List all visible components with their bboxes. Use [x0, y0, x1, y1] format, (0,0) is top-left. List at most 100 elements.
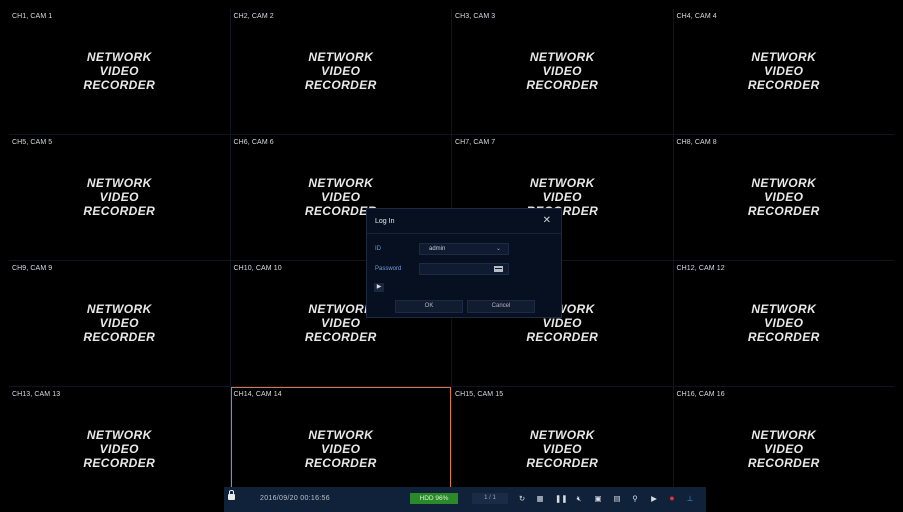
cancel-button[interactable]: Cancel: [467, 300, 535, 313]
pin-icon[interactable]: ⊥: [685, 493, 695, 504]
camera-label: CH5, CAM 5: [12, 139, 53, 146]
camera-label: CH6, CAM 6: [233, 139, 274, 146]
hdd-status[interactable]: HDD 96%: [410, 493, 458, 504]
camera-label: CH4, CAM 4: [676, 13, 717, 20]
placeholder-line: VIDEO: [321, 190, 361, 204]
placeholder-line: RECORDER: [304, 330, 377, 344]
nvr-placeholder: NETWORK VIDEO RECORDER: [674, 302, 895, 344]
placeholder-line: NETWORK: [86, 176, 152, 190]
save-icon[interactable]: ▤: [612, 493, 622, 504]
expand-arrow-button[interactable]: ▶: [374, 283, 384, 292]
id-label: ID: [375, 246, 381, 252]
placeholder-line: RECORDER: [304, 78, 377, 92]
id-select[interactable]: admin ⌄: [419, 243, 509, 255]
taskbar: 2016/09/20 00:16:56 HDD 96% 1 / 1 ↻ ▦ ❚❚…: [224, 487, 706, 512]
camera-tile[interactable]: CH12, CAM 12 NETWORK VIDEO RECORDER: [673, 261, 895, 386]
camera-label: CH14, CAM 14: [233, 391, 282, 398]
dialog-title: Log In: [375, 218, 395, 225]
password-label: Password: [375, 266, 402, 272]
chevron-down-icon: ⌄: [495, 246, 501, 252]
audio-mute-icon[interactable]: 🔇︎: [574, 493, 584, 504]
placeholder-line: NETWORK: [86, 428, 152, 442]
placeholder-line: NETWORK: [751, 176, 817, 190]
placeholder-line: RECORDER: [747, 204, 820, 218]
placeholder-line: VIDEO: [542, 442, 582, 456]
placeholder-line: NETWORK: [308, 50, 374, 64]
zoom-icon[interactable]: ⚲: [630, 493, 640, 504]
playback-icon[interactable]: ▶: [649, 493, 659, 504]
camera-tile[interactable]: CH5, CAM 5 NETWORK VIDEO RECORDER: [9, 135, 230, 260]
placeholder-line: VIDEO: [99, 316, 139, 330]
nvr-placeholder: NETWORK VIDEO RECORDER: [9, 302, 230, 344]
camera-tile[interactable]: CH13, CAM 13 NETWORK VIDEO RECORDER: [9, 387, 230, 512]
nvr-placeholder: NETWORK VIDEO RECORDER: [231, 50, 452, 92]
sequence-icon[interactable]: ↻: [517, 493, 527, 504]
bookmark-icon[interactable]: ▣: [593, 493, 603, 504]
camera-label: CH12, CAM 12: [676, 265, 725, 272]
camera-tile[interactable]: CH2, CAM 2 NETWORK VIDEO RECORDER: [230, 9, 452, 134]
placeholder-line: RECORDER: [747, 456, 820, 470]
placeholder-line: RECORDER: [83, 456, 156, 470]
placeholder-line: NETWORK: [529, 176, 595, 190]
placeholder-line: RECORDER: [83, 204, 156, 218]
placeholder-line: VIDEO: [764, 316, 804, 330]
camera-tile[interactable]: CH1, CAM 1 NETWORK VIDEO RECORDER: [9, 9, 230, 134]
pause-icon[interactable]: ❚❚: [555, 493, 568, 504]
camera-label: CH10, CAM 10: [233, 265, 282, 272]
login-dialog: Log In ✕ ID admin ⌄ Password ▶ OK Cancel: [366, 208, 562, 318]
nvr-placeholder: NETWORK VIDEO RECORDER: [452, 428, 673, 470]
placeholder-line: VIDEO: [542, 190, 582, 204]
page-indicator[interactable]: 1 / 1: [472, 493, 508, 504]
camera-tile[interactable]: CH8, CAM 8 NETWORK VIDEO RECORDER: [673, 135, 895, 260]
password-input[interactable]: [419, 263, 509, 275]
camera-label: CH1, CAM 1: [12, 13, 53, 20]
placeholder-line: NETWORK: [529, 428, 595, 442]
camera-label: CH16, CAM 16: [676, 391, 725, 398]
placeholder-line: NETWORK: [751, 302, 817, 316]
camera-label: CH3, CAM 3: [455, 13, 496, 20]
dialog-divider: [367, 233, 561, 234]
placeholder-line: RECORDER: [526, 456, 599, 470]
placeholder-line: VIDEO: [542, 64, 582, 78]
placeholder-line: RECORDER: [526, 78, 599, 92]
placeholder-line: VIDEO: [99, 190, 139, 204]
placeholder-line: NETWORK: [751, 428, 817, 442]
placeholder-line: RECORDER: [747, 78, 820, 92]
placeholder-line: NETWORK: [86, 302, 152, 316]
close-icon[interactable]: ✕: [543, 215, 551, 226]
placeholder-line: VIDEO: [99, 442, 139, 456]
layout-icon[interactable]: ▦: [535, 493, 545, 504]
nvr-placeholder: NETWORK VIDEO RECORDER: [9, 176, 230, 218]
camera-tile[interactable]: CH3, CAM 3 NETWORK VIDEO RECORDER: [452, 9, 673, 134]
camera-tile[interactable]: CH4, CAM 4 NETWORK VIDEO RECORDER: [673, 9, 895, 134]
nvr-placeholder: NETWORK VIDEO RECORDER: [674, 176, 895, 218]
placeholder-line: NETWORK: [86, 50, 152, 64]
camera-label: CH13, CAM 13: [12, 391, 61, 398]
nvr-placeholder: NETWORK VIDEO RECORDER: [9, 428, 230, 470]
placeholder-line: VIDEO: [321, 64, 361, 78]
placeholder-line: RECORDER: [83, 78, 156, 92]
camera-tile[interactable]: CH9, CAM 9 NETWORK VIDEO RECORDER: [9, 261, 230, 386]
placeholder-line: VIDEO: [764, 442, 804, 456]
placeholder-line: RECORDER: [304, 456, 377, 470]
placeholder-line: NETWORK: [308, 176, 374, 190]
camera-label: CH8, CAM 8: [676, 139, 717, 146]
placeholder-line: VIDEO: [764, 64, 804, 78]
lock-icon[interactable]: [228, 490, 235, 500]
ok-button[interactable]: OK: [395, 300, 463, 313]
camera-label: CH2, CAM 2: [233, 13, 274, 20]
camera-label: CH7, CAM 7: [455, 139, 496, 146]
nvr-placeholder: NETWORK VIDEO RECORDER: [452, 50, 673, 92]
nvr-placeholder: NETWORK VIDEO RECORDER: [9, 50, 230, 92]
placeholder-line: VIDEO: [321, 316, 361, 330]
nvr-placeholder: NETWORK VIDEO RECORDER: [674, 428, 895, 470]
record-icon[interactable]: ●: [667, 493, 677, 504]
placeholder-line: VIDEO: [542, 316, 582, 330]
nvr-placeholder: NETWORK VIDEO RECORDER: [674, 50, 895, 92]
camera-label: CH9, CAM 9: [12, 265, 53, 272]
keyboard-icon[interactable]: [494, 266, 503, 272]
placeholder-line: VIDEO: [99, 64, 139, 78]
camera-tile[interactable]: CH16, CAM 16 NETWORK VIDEO RECORDER: [673, 387, 895, 512]
placeholder-line: NETWORK: [308, 428, 374, 442]
placeholder-line: RECORDER: [526, 330, 599, 344]
